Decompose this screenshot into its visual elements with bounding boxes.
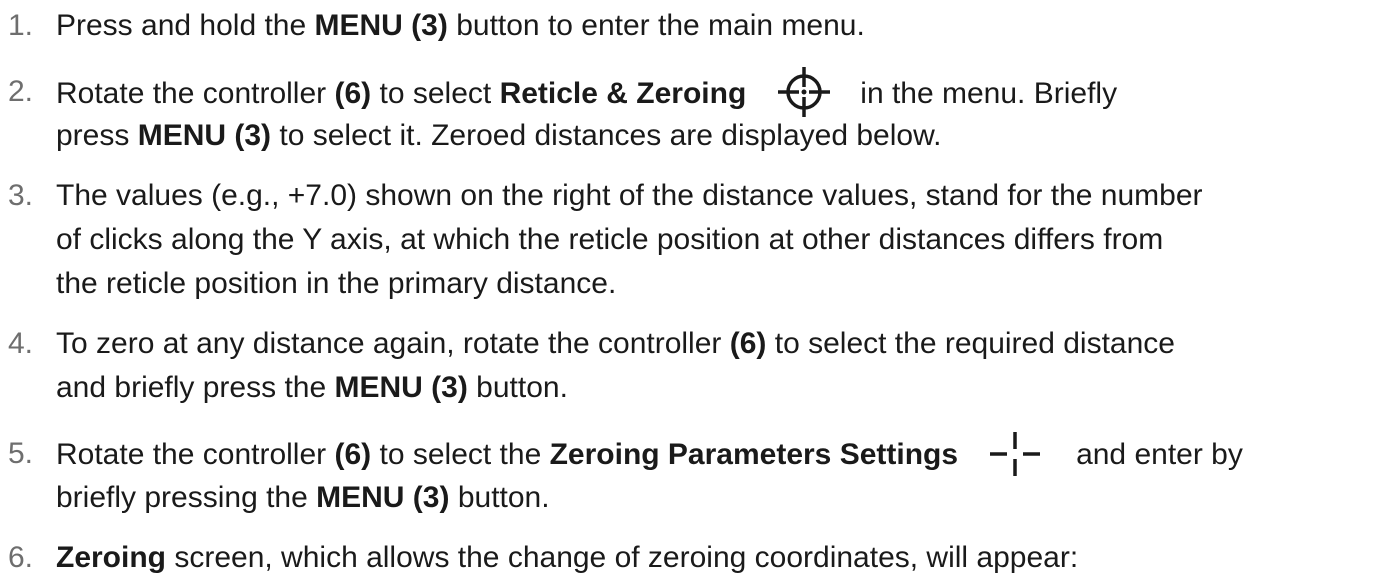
menu-button-reference: MENU (3) [314,9,448,42]
step-number: 4. [8,327,34,360]
menu-button-reference: MENU (3) [316,481,450,514]
instructions-page: { "steps": [ { "number": "1.", "lines": … [0,0,1373,577]
menu-button-reference: MENU (3) [334,371,468,404]
step-line: press MENU (3) to select it. Zeroed dist… [56,119,942,152]
step-number: 1. [8,9,34,42]
step-number: 5. [8,437,34,470]
crosshair-icon [778,67,831,117]
step-line: the reticle position in the primary dist… [56,267,617,300]
step-line: To zero at any distance again, rotate th… [56,327,1175,360]
step-line: Rotate the controller (6) to select Reti… [56,67,1117,120]
controller-reference: (6) [334,437,372,471]
step-line: briefly pressing the MENU (3) button. [56,481,550,514]
controller-reference: (6) [729,327,767,360]
reticle-zeroing-label: Reticle & Zeroing [499,76,747,110]
step-line: Press and hold the MENU (3) button to en… [56,9,865,42]
step-number: 6. [8,541,34,574]
zeroing-parameters-settings-label: Zeroing Parameters Settings [549,437,959,471]
step-line: Zeroing screen, which allows the change … [56,541,1079,574]
controller-reference: (6) [334,76,372,110]
step-line: The values (e.g., +7.0) shown on the rig… [56,179,1203,212]
step-line: of clicks along the Y axis, at which the… [56,223,1164,256]
step-line: and briefly press the MENU (3) button. [56,371,568,404]
step-number: 3. [8,179,34,212]
zeroing-parameters-icon [990,430,1041,478]
step-line: Rotate the controller (6) to select the … [56,432,1243,480]
zeroing-screen-label: Zeroing [56,541,166,574]
menu-button-reference: MENU (3) [137,119,272,152]
step-number: 2. [8,75,34,108]
